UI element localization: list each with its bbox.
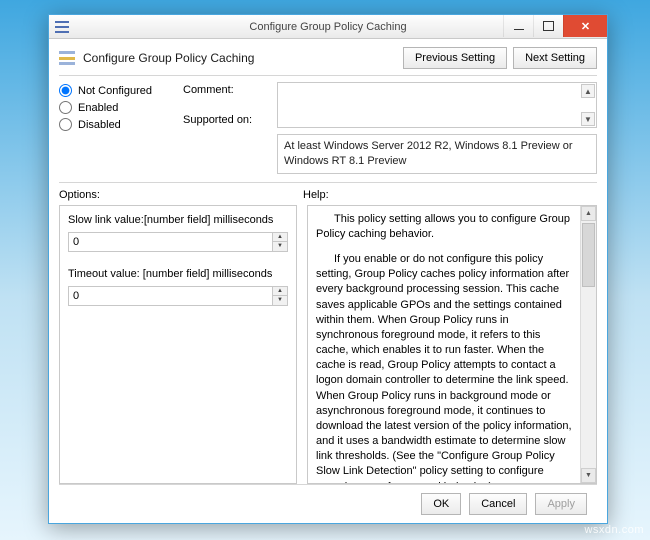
radio-not-configured-input[interactable] bbox=[59, 84, 72, 97]
radio-enabled[interactable]: Enabled bbox=[59, 101, 169, 114]
supported-on-label: Supported on: bbox=[183, 114, 263, 126]
radio-enabled-label: Enabled bbox=[78, 102, 118, 114]
comment-label: Comment: bbox=[183, 84, 263, 96]
panels: Slow link value:[number field] milliseco… bbox=[59, 205, 597, 484]
slow-link-label: Slow link value:[number field] milliseco… bbox=[68, 214, 288, 226]
previous-setting-button[interactable]: Previous Setting bbox=[403, 47, 507, 69]
minimize-button[interactable] bbox=[503, 15, 533, 37]
state-radios: Not Configured Enabled Disabled bbox=[59, 82, 169, 174]
dialog-footer: OK Cancel Apply bbox=[59, 484, 597, 523]
help-text: This policy setting allows you to config… bbox=[308, 206, 580, 483]
scroll-thumb[interactable] bbox=[582, 223, 595, 287]
ok-button[interactable]: OK bbox=[421, 493, 461, 515]
help-label: Help: bbox=[303, 189, 329, 201]
options-label: Options: bbox=[59, 189, 303, 201]
scroll-track[interactable] bbox=[581, 221, 596, 468]
supported-on-value: At least Windows Server 2012 R2, Windows… bbox=[277, 134, 597, 174]
scroll-down-icon[interactable]: ▼ bbox=[581, 112, 595, 126]
maximize-button[interactable] bbox=[533, 15, 563, 37]
radio-disabled-input[interactable] bbox=[59, 118, 72, 131]
help-scrollbar[interactable]: ▲ ▼ bbox=[580, 206, 596, 483]
slow-link-input[interactable] bbox=[69, 233, 272, 251]
options-panel: Slow link value:[number field] milliseco… bbox=[59, 205, 297, 484]
section-labels: Options: Help: bbox=[59, 187, 597, 205]
policy-icon bbox=[59, 51, 75, 65]
slow-link-down[interactable]: ▼ bbox=[273, 242, 287, 251]
field-labels: Comment: Supported on: bbox=[183, 82, 263, 174]
dialog-window: Configure Group Policy Caching Configure… bbox=[48, 14, 608, 524]
timeout-down[interactable]: ▼ bbox=[273, 296, 287, 305]
apply-button[interactable]: Apply bbox=[535, 493, 587, 515]
scroll-up-icon[interactable]: ▲ bbox=[581, 84, 595, 98]
scroll-up-icon[interactable]: ▲ bbox=[581, 206, 596, 221]
dialog-body: Not Configured Enabled Disabled Comment:… bbox=[49, 76, 607, 523]
timeout-input[interactable] bbox=[69, 287, 272, 305]
radio-not-configured[interactable]: Not Configured bbox=[59, 84, 169, 97]
header-row: Configure Group Policy Caching Previous … bbox=[49, 39, 607, 75]
titlebar[interactable]: Configure Group Policy Caching bbox=[49, 15, 607, 39]
help-panel: This policy setting allows you to config… bbox=[307, 205, 597, 484]
app-icon bbox=[55, 21, 69, 33]
timeout-spinner: ▲ ▼ bbox=[68, 286, 288, 306]
timeout-up[interactable]: ▲ bbox=[273, 287, 287, 297]
nav-buttons: Previous Setting Next Setting bbox=[403, 47, 597, 69]
comment-field-wrap: ▲ ▼ bbox=[277, 82, 597, 128]
radio-enabled-input[interactable] bbox=[59, 101, 72, 114]
scroll-down-icon[interactable]: ▼ bbox=[581, 468, 596, 483]
watermark: wsxdn.com bbox=[584, 524, 644, 536]
next-setting-button[interactable]: Next Setting bbox=[513, 47, 597, 69]
slow-link-up[interactable]: ▲ bbox=[273, 233, 287, 243]
config-row: Not Configured Enabled Disabled Comment:… bbox=[59, 76, 597, 176]
cancel-button[interactable]: Cancel bbox=[469, 493, 527, 515]
close-button[interactable] bbox=[563, 15, 607, 37]
radio-disabled[interactable]: Disabled bbox=[59, 118, 169, 131]
help-paragraph: If you enable or do not configure this p… bbox=[316, 252, 572, 483]
page-title: Configure Group Policy Caching bbox=[83, 51, 254, 65]
timeout-label: Timeout value: [number field] millisecon… bbox=[68, 268, 288, 280]
radio-not-configured-label: Not Configured bbox=[78, 85, 152, 97]
comment-field[interactable] bbox=[278, 83, 580, 127]
field-values: ▲ ▼ At least Windows Server 2012 R2, Win… bbox=[277, 82, 597, 174]
radio-disabled-label: Disabled bbox=[78, 119, 121, 131]
separator bbox=[59, 182, 597, 183]
slow-link-spinner: ▲ ▼ bbox=[68, 232, 288, 252]
window-controls bbox=[503, 15, 607, 37]
help-paragraph: This policy setting allows you to config… bbox=[316, 212, 572, 242]
